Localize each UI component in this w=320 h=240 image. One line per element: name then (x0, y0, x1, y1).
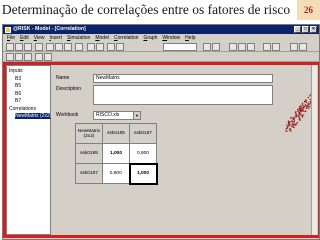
window-title: @RISK - Model - [Correlation] (13, 26, 86, 32)
table-icon[interactable] (96, 43, 104, 51)
app-icon (5, 26, 11, 33)
window-controls: _ □ × (294, 26, 317, 33)
risk-window: @RISK - Model - [Correlation] _ □ × File… (2, 24, 320, 240)
grid-icon[interactable] (272, 43, 280, 51)
save-icon[interactable] (24, 43, 32, 51)
menu-bar: File Edit View Insert Simulation Model C… (3, 34, 319, 42)
menu-help[interactable]: Help (185, 34, 195, 42)
chart-icon[interactable] (87, 43, 95, 51)
cut-icon[interactable] (46, 43, 54, 51)
align-right-icon[interactable] (247, 43, 255, 51)
menu-insert[interactable]: Insert (49, 34, 62, 42)
simulate-icon[interactable] (44, 53, 52, 61)
bold-icon[interactable] (203, 43, 211, 51)
undo-icon[interactable] (75, 43, 83, 51)
toolbar-standard (3, 42, 319, 52)
window-icon[interactable] (290, 43, 298, 51)
open-icon[interactable] (15, 43, 23, 51)
menu-correlation[interactable]: Correlation (114, 34, 138, 42)
font-size-dropdown[interactable] (163, 43, 197, 51)
align-left-icon[interactable] (229, 43, 237, 51)
close-icon[interactable]: × (310, 26, 317, 33)
correlation-icon[interactable] (35, 53, 43, 61)
print-icon[interactable] (35, 43, 43, 51)
menu-view[interactable]: View (34, 34, 45, 42)
window-titlebar: @RISK - Model - [Correlation] _ □ × (3, 25, 319, 34)
list-icon[interactable] (24, 53, 32, 61)
help-icon[interactable] (299, 43, 307, 51)
zoom-icon[interactable] (116, 43, 124, 51)
menu-edit[interactable]: Edit (20, 34, 29, 42)
new-icon[interactable] (6, 43, 14, 51)
slide-title: Determinação de correlações entre os fat… (1, 2, 291, 17)
menu-graph[interactable]: Graph (143, 34, 157, 42)
add-input-icon[interactable] (6, 53, 14, 61)
menu-window[interactable]: Window (162, 34, 180, 42)
add-output-icon[interactable] (15, 53, 23, 61)
color-icon[interactable] (263, 43, 271, 51)
menu-simulation[interactable]: Simulation (67, 34, 90, 42)
highlight-frame (3, 62, 319, 238)
menu-model[interactable]: Model (95, 34, 109, 42)
menu-file[interactable]: File (7, 34, 15, 42)
slide-number: 26 (297, 0, 320, 20)
paste-icon[interactable] (64, 43, 72, 51)
minimize-icon[interactable]: _ (294, 26, 301, 33)
align-center-icon[interactable] (238, 43, 246, 51)
distribution-icon[interactable] (107, 43, 115, 51)
maximize-icon[interactable]: □ (302, 26, 309, 33)
italic-icon[interactable] (212, 43, 220, 51)
copy-icon[interactable] (55, 43, 63, 51)
toolbar-risk (3, 52, 319, 62)
